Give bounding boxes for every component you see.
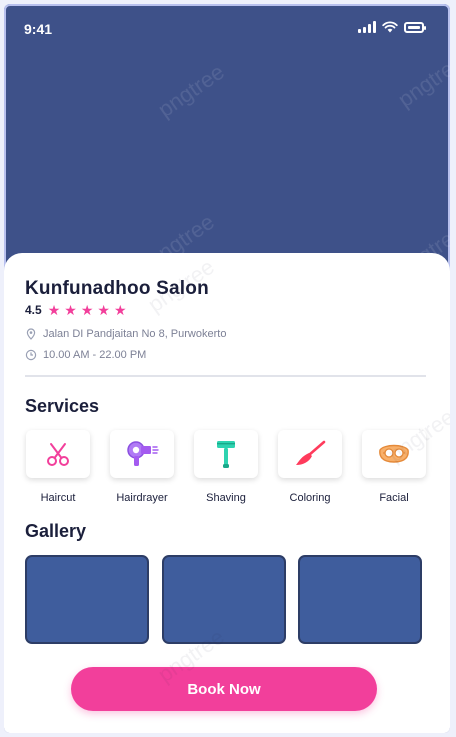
service-label: Facial [379, 492, 409, 504]
service-hairdryer[interactable]: Hairdrayer [102, 428, 182, 504]
address-text: Jalan DI Pandjaitan No 8, Purwokerto [43, 328, 227, 340]
star-icon: ★ [113, 302, 127, 318]
signal-icon [358, 21, 376, 33]
hours-text: 10.00 AM - 22.00 PM [43, 349, 147, 361]
book-now-button[interactable]: Book Now [71, 667, 377, 711]
salon-details-sheet: Kunfunadhoo Salon 4.5 ★ ★ ★ ★ ★ Jalan DI… [4, 253, 450, 733]
services-list: Haircut Hairdrayer Shaving Coloring Faci… [18, 428, 448, 508]
service-label: Haircut [40, 492, 76, 504]
rating-value: 4.5 [25, 303, 42, 317]
wifi-icon [382, 21, 398, 33]
service-label: Hairdrayer [116, 492, 168, 504]
hours-row: 10.00 AM - 22.00 PM [25, 349, 146, 361]
service-tile[interactable] [278, 430, 342, 478]
status-time: 9:41 [24, 21, 53, 37]
divider [25, 375, 426, 377]
service-label: Coloring [289, 492, 331, 504]
service-tile[interactable] [110, 430, 174, 478]
service-tile[interactable] [26, 430, 90, 478]
services-title: Services [25, 396, 100, 416]
gallery-list [25, 555, 425, 645]
gallery-title: Gallery [25, 521, 87, 541]
service-haircut[interactable]: Haircut [18, 428, 98, 504]
gallery-image[interactable] [298, 555, 422, 644]
service-label: Shaving [206, 492, 246, 504]
service-coloring[interactable]: Coloring [270, 428, 350, 504]
status-bar: 9:41 [4, 4, 450, 48]
star-icon: ★ [97, 302, 110, 318]
service-tile[interactable] [194, 430, 258, 478]
watermark: pngtree [393, 48, 450, 113]
gallery-image[interactable] [25, 555, 149, 644]
scissors-icon [47, 443, 69, 466]
address-row: Jalan DI Pandjaitan No 8, Purwokerto [25, 328, 226, 340]
status-icons [358, 21, 426, 33]
gallery-image[interactable] [162, 555, 286, 644]
location-pin-icon [26, 328, 36, 340]
star-icon: ★ [80, 302, 94, 318]
razor-icon [217, 441, 235, 468]
hero-image: pngtree pngtree pngtree pngtree [4, 48, 450, 282]
phone-screen: 9:41 pngtree pngtree pngtree pngtree Kun… [4, 4, 450, 733]
brush-icon [296, 440, 326, 465]
service-shaving[interactable]: Shaving [186, 428, 266, 504]
star-icon: ★ [64, 302, 77, 318]
watermark: pngtree [153, 58, 229, 123]
rating: 4.5 ★ ★ ★ ★ ★ [25, 303, 127, 317]
battery-icon [404, 21, 426, 33]
star-icon: ★ [47, 302, 61, 318]
hairdryer-icon [127, 441, 159, 466]
clock-icon [25, 349, 37, 361]
